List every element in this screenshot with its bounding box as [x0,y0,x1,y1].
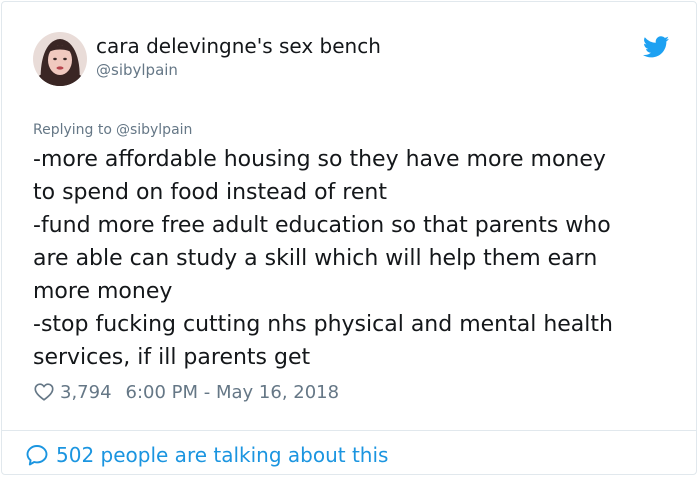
avatar[interactable] [33,32,87,86]
avatar-image [33,32,87,86]
tweet-card: cara delevingne's sex bench @sibylpain R… [1,1,697,475]
heart-icon[interactable] [33,381,55,403]
tweet-text-line: -stop fucking cutting nhs physical and m… [33,312,613,337]
tweet-text: -more affordable housing so they have mo… [33,143,683,374]
author-handle[interactable]: @sibylpain [96,60,178,80]
tweet-text-line: services, if ill parents get [33,345,311,370]
tweet-text-line: to spend on food instead of rent [33,180,387,205]
tweet-text-line: more money [33,279,173,304]
tweet-text-line: are able can study a skill which will he… [33,246,598,271]
footer-divider [2,430,696,431]
twitter-bird-icon[interactable] [643,36,669,58]
conversation-link[interactable]: 502 people are talking about this [25,442,388,468]
replying-to-prefix: Replying to [33,122,112,138]
conversation-label[interactable]: 502 people are talking about this [56,443,388,467]
speech-bubble-icon [26,445,48,466]
author-display-name[interactable]: cara delevingne's sex bench [96,33,381,59]
replying-to: Replying to @sibylpain [33,121,192,139]
tweet-text-line: -more affordable housing so they have mo… [33,147,606,172]
replying-to-handle[interactable]: @sibylpain [116,122,192,138]
tweet-meta: 3,794 6:00 PM - May 16, 2018 [33,379,339,405]
tweet-timestamp[interactable]: 6:00 PM - May 16, 2018 [126,382,340,403]
tweet-text-line: -fund more free adult education so that … [33,213,611,238]
like-count[interactable]: 3,794 [60,382,112,403]
